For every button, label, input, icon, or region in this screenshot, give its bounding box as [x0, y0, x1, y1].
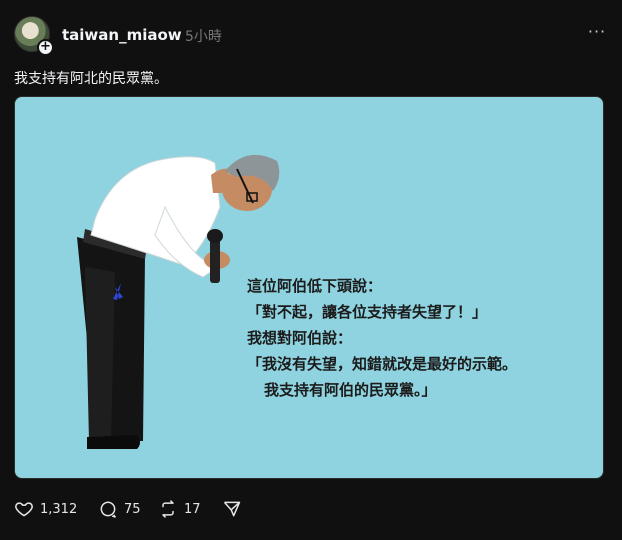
- plus-icon[interactable]: +: [37, 39, 54, 56]
- quote-line-4: 「我沒有失望，知錯就改是最好的示範。: [247, 355, 518, 373]
- repost-icon: [162, 500, 174, 518]
- reply-button[interactable]: 75: [98, 498, 141, 520]
- quote-line-3: 我想對阿伯說：: [247, 329, 353, 347]
- avatar[interactable]: +: [14, 16, 54, 56]
- like-button[interactable]: 1,312: [14, 498, 77, 520]
- like-count: 1,312: [40, 501, 78, 517]
- username[interactable]: taiwan_miaow: [62, 26, 182, 44]
- quote-line-1: 這位阿伯低下頭說：: [247, 277, 383, 295]
- share-button[interactable]: [222, 498, 242, 520]
- repost-count: 17: [184, 501, 201, 517]
- reply-count: 75: [124, 501, 141, 517]
- post-time[interactable]: 5小時: [185, 26, 222, 46]
- heart-icon: [15, 502, 33, 517]
- send-icon: [223, 501, 241, 517]
- more-icon[interactable]: ···: [586, 22, 608, 44]
- quote-line-5: 我支持有阿伯的民眾黨。」: [264, 381, 437, 399]
- post-image[interactable]: 這位阿伯低下頭說： 「對不起，讓各位支持者失望了！」 我想對阿伯說： 「我沒有失…: [14, 96, 604, 479]
- comment-icon: [100, 501, 116, 518]
- thread-post: + taiwan_miaow 5小時 ··· 我支持有阿北的民眾黨。 這位阿伯低…: [0, 0, 622, 540]
- quote-line-2: 「對不起，讓各位支持者失望了！」: [247, 303, 488, 321]
- post-header: + taiwan_miaow 5小時 ···: [14, 16, 608, 56]
- quote-text: 這位阿伯低下頭說： 「對不起，讓各位支持者失望了！」 我想對阿伯說： 「我沒有失…: [247, 273, 517, 403]
- post-actions: 1,312 75 17: [14, 498, 608, 520]
- repost-button[interactable]: 17: [158, 498, 201, 520]
- post-text: 我支持有阿北的民眾黨。: [14, 71, 168, 87]
